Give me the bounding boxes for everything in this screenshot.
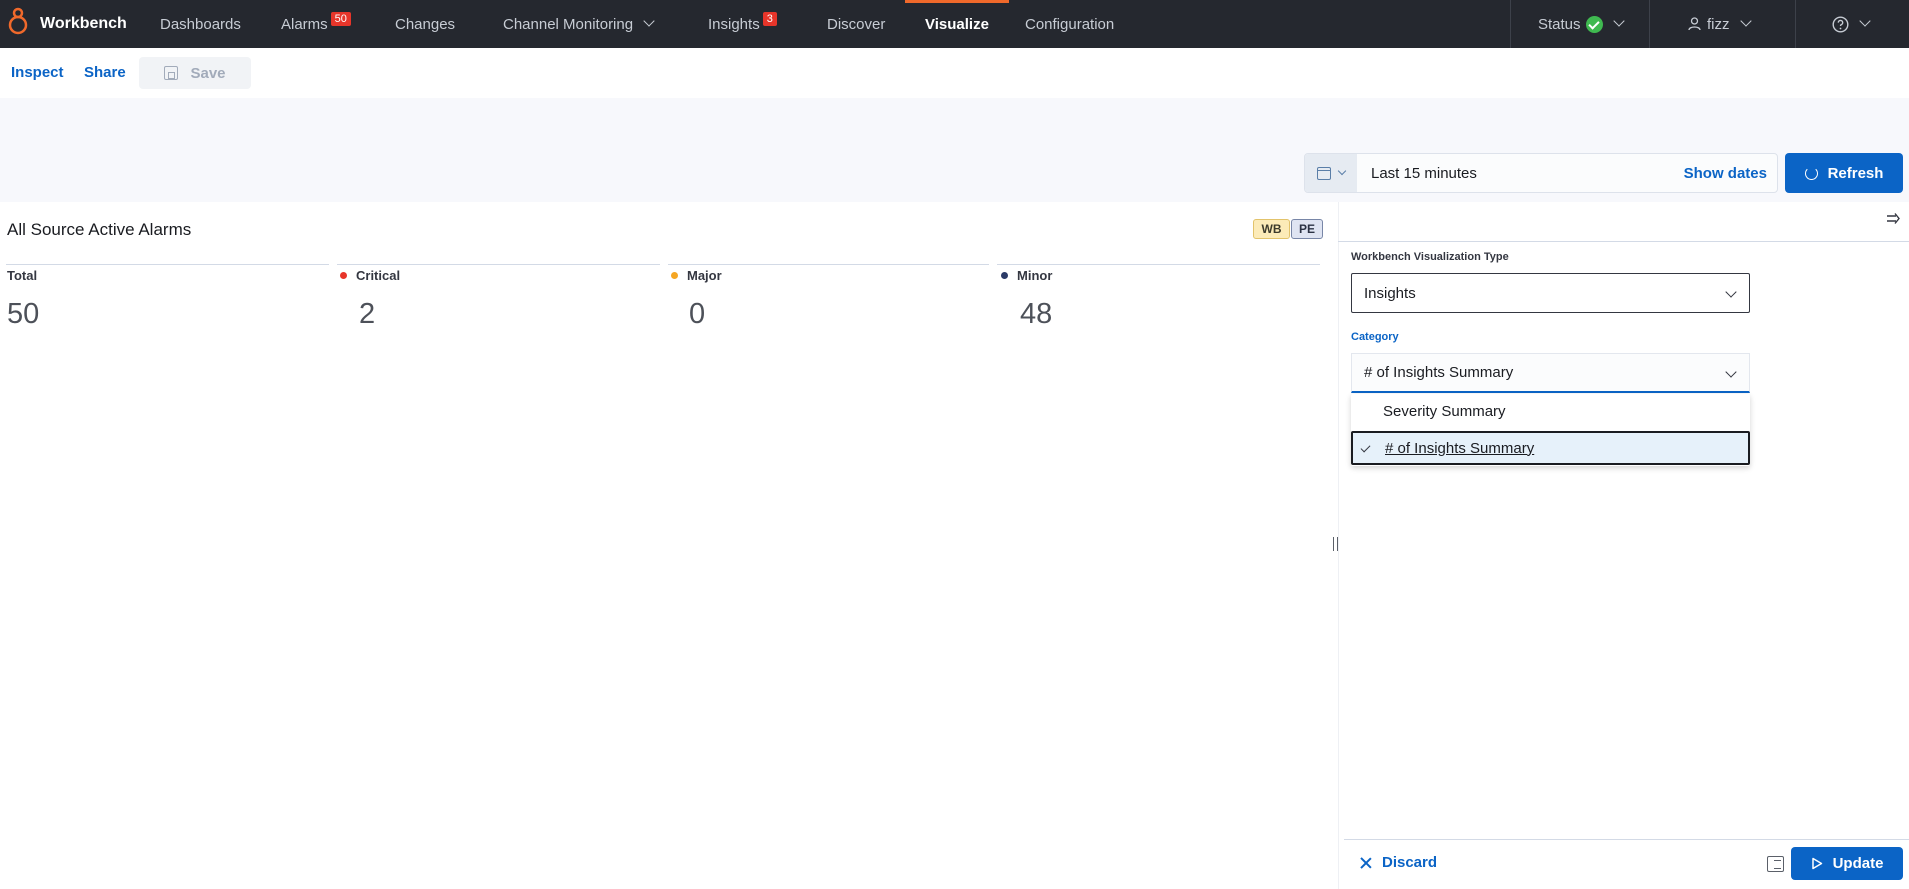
save-icon [164,66,179,80]
alarms-count-badge: 50 [330,12,351,26]
user-name: fizz [1707,15,1730,33]
metric-critical-label: Critical [340,268,400,283]
insights-count-badge: 3 [762,12,777,26]
editor-divider [1338,241,1909,242]
save-button[interactable]: Save [139,57,251,89]
play-icon [1811,857,1822,870]
nav-divider [1510,0,1511,48]
nav-configuration[interactable]: Configuration [1025,0,1114,48]
visualization-type-select[interactable]: Insights [1351,273,1750,313]
metric-divider [668,264,989,265]
app-name: Workbench [40,15,127,32]
nav-channel-monitoring-label: Channel Monitoring [503,15,634,33]
chevron-down-icon [1725,286,1737,298]
metric-divider [6,264,329,265]
metric-total-label: Total [7,268,38,283]
metric-minor-value: 48 [1020,298,1053,330]
inspect-button[interactable]: Inspect [11,64,64,81]
nav-configuration-label: Configuration [1025,15,1115,33]
nav-divider [1649,0,1650,48]
chevron-down-icon [1859,15,1871,27]
update-label: Update [1832,855,1884,872]
discard-button[interactable]: Discard [1360,854,1437,871]
top-nav: Workbench Dashboards Alarms 50 Changes Ch… [0,0,1909,48]
nav-dashboards-label: Dashboards [160,15,241,33]
nav-changes-label: Changes [395,15,456,33]
chevron-down-icon [1612,15,1625,27]
category-value: # of Insights Summary [1364,364,1514,381]
nav-help-menu[interactable] [1832,0,1871,48]
date-picker[interactable]: Last 15 minutes Show dates [1304,153,1778,193]
check-circle-icon [1585,15,1603,33]
panel-title: All Source Active Alarms [7,220,192,239]
metric-critical-value: 2 [359,298,376,330]
layout-options-icon[interactable] [1767,856,1784,872]
critical-dot-icon [340,272,347,279]
category-dropdown: Severity Summary # of Insights Summary [1351,394,1750,466]
sub-toolbar [0,48,1909,98]
visualization-type-label: Workbench Visualization Type [1351,251,1509,263]
share-button[interactable]: Share [84,64,126,81]
metric-total-value: 50 [7,298,40,330]
check-icon [1360,442,1371,453]
editor-footer-divider [1344,839,1909,840]
refresh-label: Refresh [1827,164,1884,182]
minor-dot-icon [1001,272,1008,279]
metric-divider [337,264,660,265]
update-button[interactable]: Update [1791,847,1903,880]
nav-divider [1795,0,1796,48]
visualization-type-value: Insights [1364,284,1416,302]
brand[interactable]: Workbench [0,0,148,48]
nav-status[interactable]: Status [1538,0,1625,48]
nav-dashboards[interactable]: Dashboards [160,0,241,48]
major-dot-icon [671,272,678,279]
quick-menu-button[interactable] [1305,154,1357,192]
time-range-text[interactable]: Last 15 minutes [1371,165,1684,182]
chevron-down-icon [643,15,655,27]
wb-chip[interactable]: WB [1253,219,1290,239]
nav-insights[interactable]: Insights 3 [708,0,777,48]
metric-divider [997,264,1320,265]
save-label: Save [190,64,226,82]
category-option-insights-summary[interactable]: # of Insights Summary [1351,431,1750,465]
nav-alarms[interactable]: Alarms 50 [281,0,351,48]
close-icon [1360,857,1372,869]
nav-visualize-label: Visualize [925,15,989,33]
calendar-icon [1317,166,1331,180]
nav-discover[interactable]: Discover [827,0,885,48]
nav-discover-label: Discover [827,15,886,33]
metric-major-label: Major [671,268,722,283]
workbench-logo-icon [8,7,28,35]
metric-major-value: 0 [689,298,706,330]
show-dates-button[interactable]: Show dates [1684,165,1767,182]
nav-insights-label: Insights [708,15,760,33]
pe-chip[interactable]: PE [1291,219,1323,239]
chevron-down-icon [1337,166,1347,176]
refresh-icon [1804,166,1818,180]
discard-label: Discard [1382,854,1438,871]
collapse-sidebar-icon[interactable] [1886,212,1901,226]
nav-channel-monitoring[interactable]: Channel Monitoring [503,0,655,48]
refresh-button[interactable]: Refresh [1785,153,1903,193]
chevron-down-icon [1725,366,1737,378]
user-icon [1688,17,1701,31]
help-icon [1832,15,1849,33]
nav-status-label: Status [1538,15,1581,33]
nav-visualize[interactable]: Visualize [905,0,1009,48]
nav-changes[interactable]: Changes [395,0,455,48]
category-select[interactable]: # of Insights Summary [1351,353,1750,393]
metric-minor-label: Minor [1001,268,1052,283]
category-label: Category [1351,331,1399,343]
category-option-severity-summary[interactable]: Severity Summary [1351,394,1750,428]
chevron-down-icon [1739,15,1752,27]
nav-user-menu[interactable]: fizz [1688,0,1752,48]
nav-alarms-label: Alarms [281,15,328,33]
